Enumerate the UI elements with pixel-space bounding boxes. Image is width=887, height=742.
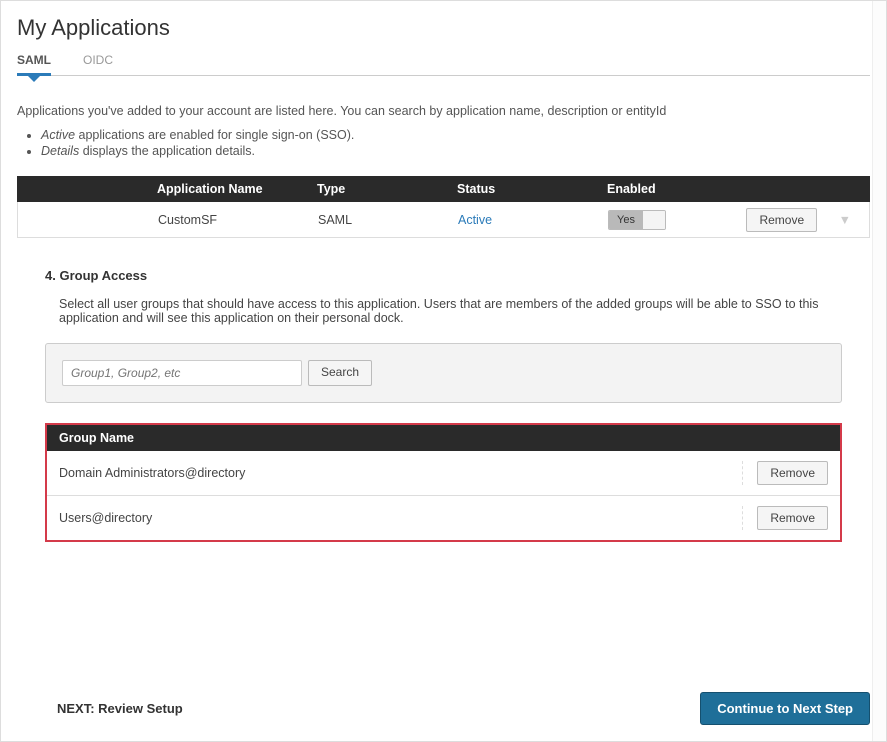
footer: NEXT: Review Setup Continue to Next Step: [17, 692, 870, 725]
next-step-label: NEXT: Review Setup: [17, 701, 183, 716]
remove-group-button[interactable]: Remove: [757, 506, 828, 530]
step-description: Select all user groups that should have …: [45, 297, 842, 325]
page-container: My Applications SAML OIDC Applications y…: [0, 0, 887, 742]
group-name: Users@directory: [59, 511, 152, 525]
chevron-down-icon[interactable]: ▼: [839, 213, 851, 227]
app-table-header: Application Name Type Status Enabled: [17, 176, 870, 202]
app-enabled-cell: Yes: [608, 210, 728, 230]
group-search-panel: Search: [45, 343, 842, 403]
app-type: SAML: [318, 213, 458, 227]
group-row: Users@directory Remove: [47, 495, 840, 540]
app-status[interactable]: Active: [458, 213, 608, 227]
group-row: Domain Administrators@directory Remove: [47, 451, 840, 495]
continue-button[interactable]: Continue to Next Step: [700, 692, 870, 725]
toggle-yes-label: Yes: [609, 211, 643, 229]
enabled-toggle[interactable]: Yes: [608, 210, 666, 230]
group-table-header: Group Name: [45, 423, 842, 451]
applications-table: Application Name Type Status Enabled Cus…: [17, 176, 870, 238]
tab-saml[interactable]: SAML: [17, 53, 51, 75]
search-button[interactable]: Search: [308, 360, 372, 386]
col-header-type: Type: [317, 182, 457, 196]
intro-bullet: Active applications are enabled for sing…: [41, 128, 870, 142]
remove-app-button[interactable]: Remove: [746, 208, 817, 232]
step-title: 4. Group Access: [45, 268, 842, 283]
group-table: Domain Administrators@directory Remove U…: [45, 451, 842, 542]
intro-list: Active applications are enabled for sing…: [41, 128, 870, 158]
col-header-status: Status: [457, 182, 607, 196]
app-row: CustomSF SAML Active Yes Remove ▼: [17, 202, 870, 238]
col-header-name: Application Name: [17, 182, 317, 196]
toggle-off-side: [643, 211, 665, 229]
page-title: My Applications: [17, 15, 870, 41]
col-header-enabled: Enabled: [607, 182, 727, 196]
tab-oidc[interactable]: OIDC: [83, 53, 113, 75]
group-name: Domain Administrators@directory: [59, 466, 245, 480]
scrollbar-track[interactable]: [872, 1, 886, 741]
group-search-input[interactable]: [62, 360, 302, 386]
group-access-section: 4. Group Access Select all user groups t…: [17, 238, 870, 542]
intro-text: Applications you've added to your accoun…: [17, 104, 870, 118]
app-name: CustomSF: [18, 213, 318, 227]
remove-group-button[interactable]: Remove: [757, 461, 828, 485]
tabs: SAML OIDC: [17, 53, 870, 76]
intro-bullet: Details displays the application details…: [41, 144, 870, 158]
